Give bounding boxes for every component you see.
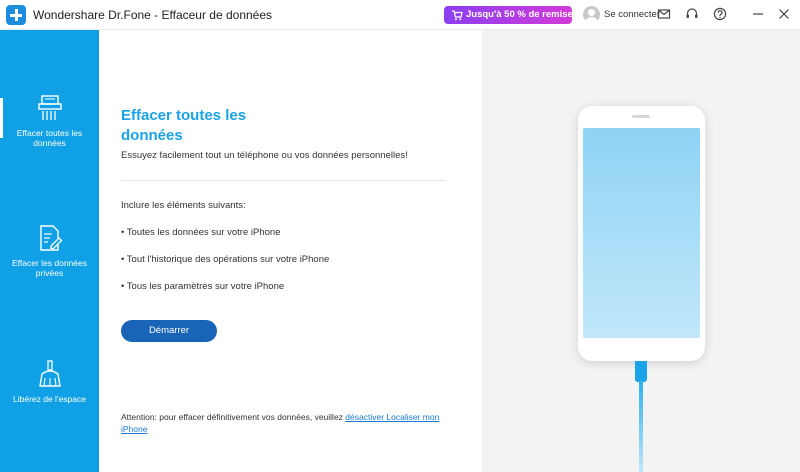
warning-label: Attention: pour effacer définitivement v…: [121, 412, 346, 422]
cable-plug: [635, 361, 647, 382]
list-item: • Tout l'historique des opérations sur v…: [121, 254, 330, 265]
cart-icon: [452, 10, 463, 21]
usb-cable: [639, 380, 643, 472]
avatar-icon: [583, 6, 600, 23]
sidebar-item-erase-all[interactable]: Effacer toutes les données: [0, 94, 99, 148]
main-panel: Effacer toutes les données Essuyez facil…: [99, 30, 482, 472]
sidebar-item-label: Effacer toutes les données: [16, 128, 83, 148]
phone-speaker: [632, 115, 650, 118]
headset-icon[interactable]: [685, 7, 701, 23]
sidebar-item-free-space[interactable]: Libérez de l'espace: [0, 360, 99, 404]
title-bar: Wondershare Dr.Fone - Effaceur de donnée…: [0, 0, 800, 30]
sidebar-item-label: Libérez de l'espace: [13, 394, 86, 404]
sidebar-item-erase-private[interactable]: Effacer les données privées: [0, 224, 99, 278]
start-button[interactable]: Démarrer: [121, 320, 217, 342]
sidebar: Effacer toutes les données Effacer les d…: [0, 30, 99, 472]
device-preview: [482, 30, 800, 472]
sidebar-item-label: Effacer les données privées: [12, 258, 87, 278]
phone-screen: [583, 128, 700, 338]
phone-illustration: [578, 106, 705, 361]
drfone-logo-icon: [6, 5, 26, 25]
include-label: Inclure les éléments suivants:: [121, 200, 246, 211]
document-edit-icon: [39, 225, 62, 251]
broom-icon: [38, 360, 61, 387]
shredder-icon: [37, 95, 62, 120]
minimize-icon[interactable]: [751, 7, 767, 23]
page-title: Effacer toutes les données: [121, 107, 247, 144]
divider: [121, 180, 445, 181]
promo-button[interactable]: Jusqu'à 50 % de remise: [444, 6, 573, 24]
page-subtitle: Essuyez facilement tout un téléphone ou …: [121, 150, 408, 161]
mail-icon[interactable]: [657, 7, 673, 23]
close-icon[interactable]: [777, 7, 793, 23]
promo-label: Jusqu'à 50 % de remise: [466, 9, 573, 20]
list-item: • Tous les paramètres sur votre iPhone: [121, 281, 285, 292]
window-title: Wondershare Dr.Fone - Effaceur de donnée…: [33, 8, 273, 22]
help-icon[interactable]: [713, 7, 729, 23]
list-item: • Toutes les données sur votre iPhone: [121, 227, 281, 238]
login-label: Se connecter: [604, 9, 660, 20]
warning-text: Attention: pour effacer définitivement v…: [121, 411, 451, 435]
